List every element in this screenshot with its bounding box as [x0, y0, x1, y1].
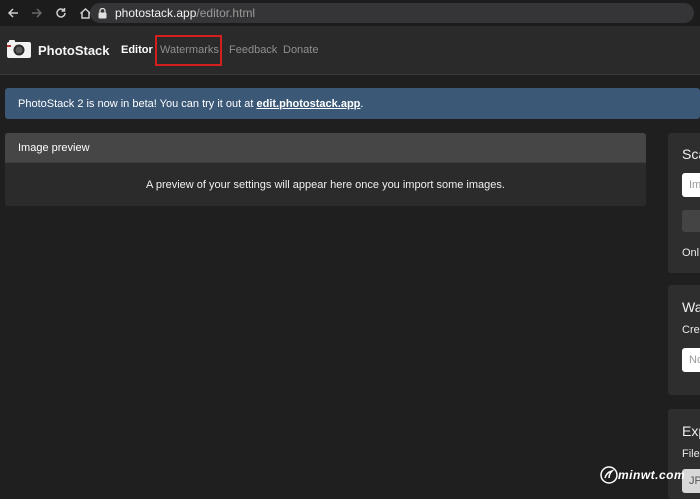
watermark-card: Wa Crea No [668, 285, 700, 395]
export-title: Exp [682, 423, 700, 439]
arrow-right-icon [32, 8, 43, 18]
preview-message: A preview of your settings will appear h… [146, 179, 505, 191]
watermark-logo-icon [600, 466, 618, 484]
scale-note: Onl [682, 247, 700, 259]
export-card: Exp File JP [668, 409, 700, 499]
banner-link[interactable]: edit.photostack.app [257, 98, 361, 110]
highlight-box [155, 35, 222, 66]
lock-icon [98, 7, 107, 19]
url-text: photostack.app/editor.html [115, 6, 255, 20]
reload-icon [56, 8, 66, 18]
arrow-left-icon [7, 8, 18, 18]
beta-banner: PhotoStack 2 is now in beta! You can try… [5, 88, 700, 119]
scale-input[interactable]: Im [682, 173, 700, 197]
banner-text: PhotoStack 2 is now in beta! You can try… [18, 97, 254, 110]
back-button[interactable] [2, 2, 24, 24]
camera-icon[interactable] [6, 39, 32, 64]
watermark-select[interactable]: No [682, 348, 700, 372]
app-navbar: PhotoStack Editor Watermarks Feedback Do… [0, 27, 700, 75]
nav-feedback[interactable]: Feedback [229, 44, 277, 56]
nav-donate[interactable]: Donate [283, 44, 318, 56]
scale-card: Sca Im Onl [668, 133, 700, 273]
watermark-text: minwt.com [618, 468, 686, 482]
reload-button[interactable] [50, 2, 72, 24]
banner-end: . [360, 97, 364, 110]
scale-button[interactable] [682, 210, 700, 232]
url-path: /editor.html [196, 6, 256, 20]
forward-button[interactable] [26, 2, 48, 24]
browser-toolbar: photostack.app/editor.html [0, 0, 700, 27]
site-watermark: minwt.com [600, 466, 685, 484]
watermark-text: Crea [682, 324, 700, 336]
address-bar[interactable]: photostack.app/editor.html [90, 3, 694, 23]
image-preview-card: Image preview A preview of your settings… [5, 133, 646, 206]
export-file-label: File [682, 448, 700, 460]
watermark-title: Wa [682, 299, 700, 315]
url-host: photostack.app [115, 6, 197, 20]
scale-title: Sca [682, 146, 700, 162]
preview-title: Image preview [5, 133, 646, 163]
brand-name[interactable]: PhotoStack [38, 43, 110, 58]
nav-editor[interactable]: Editor [121, 44, 153, 56]
